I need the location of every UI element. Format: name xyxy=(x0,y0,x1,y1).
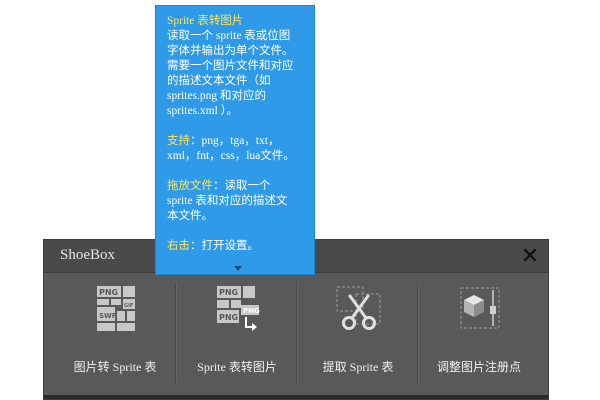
tooltip: Sprite 表转图片 读取一个 sprite 表或位图 字体并输出为单个文件。… xyxy=(155,5,315,275)
tooltip-line: xml，fnt，css，lua文件。 xyxy=(167,150,295,162)
rightclick-text: ：打开设置。 xyxy=(190,240,259,252)
tooltip-line: sprites.png 和对应的 xyxy=(167,90,267,102)
close-icon[interactable] xyxy=(522,247,538,263)
tool-label: Sprite 表转图片 xyxy=(197,360,277,374)
tooltip-arrow-icon xyxy=(234,266,242,271)
tool-label: 调整图片注册点 xyxy=(436,360,521,374)
svg-text:GIF: GIF xyxy=(124,303,133,309)
sprite-to-images-icon: PNG PNG PNG xyxy=(217,286,260,331)
tool-sprite-to-images[interactable]: PNG PNG PNG Sprite 表转图片 xyxy=(177,284,297,380)
tooltip-line: 的描述文本文件（如 xyxy=(167,75,271,87)
extract-sprite-icon xyxy=(336,286,381,330)
divider xyxy=(417,283,418,383)
tool-registration-point[interactable]: 调整图片注册点 xyxy=(419,284,539,380)
svg-text:PNG: PNG xyxy=(243,307,260,315)
support-label: 支持 xyxy=(167,135,190,147)
drag-label: 拖放文件 xyxy=(167,180,213,192)
tooltip-rightclick: 右击：打开设置。 xyxy=(167,239,305,254)
tooltip-line: 读取一个 sprite 表或位图 xyxy=(167,30,291,42)
svg-text:PNG: PNG xyxy=(219,288,238,297)
tool-extract-sprite[interactable]: 提取 Sprite 表 xyxy=(298,284,418,380)
images-to-sprite-icon: PNG SWF GIF xyxy=(97,286,135,331)
tooltip-line: 字体并输出为单个文件。 xyxy=(167,45,294,57)
tool-images-to-sprite[interactable]: PNG SWF GIF 图片转 Sprite 表 xyxy=(55,284,175,380)
drag-text: ：读取一个 xyxy=(213,180,271,192)
svg-text:SWF: SWF xyxy=(99,312,117,320)
registration-point-icon xyxy=(460,287,500,329)
tooltip-line: sprites.xml ）。 xyxy=(167,105,238,117)
tooltip-line: 需要一个图片文件和对应 xyxy=(167,60,294,72)
app-title: ShoeBox xyxy=(60,247,116,263)
divider xyxy=(296,283,297,383)
svg-text:PNG: PNG xyxy=(219,313,238,322)
divider xyxy=(175,283,176,383)
tooltip-line: sprite 表和对应的描述文 xyxy=(167,195,288,207)
tool-label: 图片转 Sprite 表 xyxy=(73,360,157,374)
tooltip-support: 支持：png，tga，txt， xyxy=(167,134,305,149)
bottom-bar xyxy=(44,395,548,399)
tooltip-drag: 拖放文件：读取一个 xyxy=(167,179,305,194)
rightclick-label: 右击 xyxy=(167,240,190,252)
support-text: ：png，tga，txt， xyxy=(190,135,280,147)
tooltip-title: Sprite 表转图片 xyxy=(167,15,244,27)
tooltip-line: 本文件。 xyxy=(167,210,213,222)
tool-label: 提取 Sprite 表 xyxy=(322,360,394,374)
svg-text:PNG: PNG xyxy=(99,288,118,297)
